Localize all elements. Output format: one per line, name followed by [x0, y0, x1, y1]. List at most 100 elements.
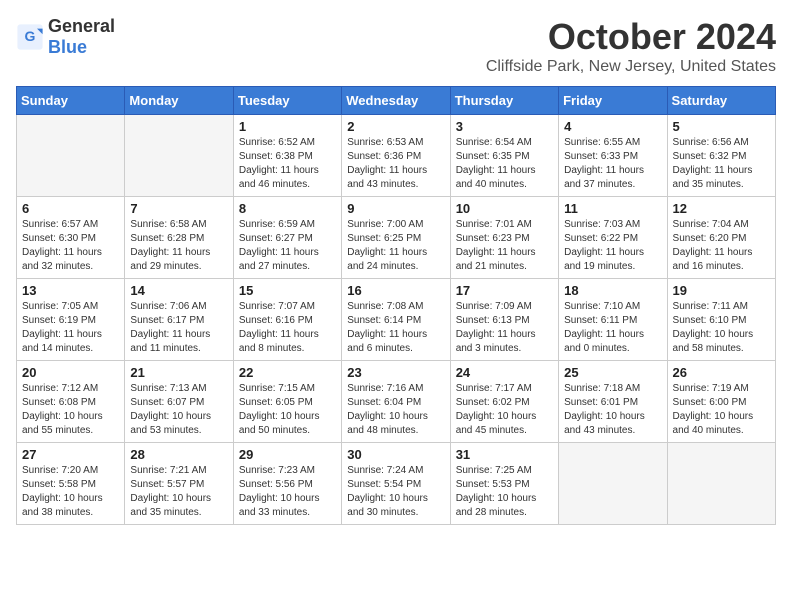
day-info: Sunrise: 7:13 AMSunset: 6:07 PMDaylight:…: [130, 382, 227, 438]
week-row-4: 20 Sunrise: 7:12 AMSunset: 6:08 PMDayligh…: [17, 361, 776, 443]
day-number: 9: [347, 201, 444, 216]
week-row-5: 27 Sunrise: 7:20 AMSunset: 5:58 PMDayligh…: [17, 443, 776, 525]
day-cell: 20 Sunrise: 7:12 AMSunset: 6:08 PMDayligh…: [17, 361, 125, 443]
day-info: Sunrise: 7:08 AMSunset: 6:14 PMDaylight:…: [347, 300, 444, 356]
day-cell: 31Sunrise: 7:25 AMSunset: 5:53 PMDayligh…: [450, 443, 558, 525]
calendar-table: SundayMondayTuesdayWednesdayThursdayFrid…: [16, 86, 776, 525]
day-number: 12: [673, 201, 770, 216]
day-number: 19: [673, 283, 770, 298]
day-info: Sunrise: 7:00 AMSunset: 6:25 PMDaylight:…: [347, 218, 444, 274]
logo-icon: G: [16, 23, 44, 51]
day-info: Sunrise: 7:24 AMSunset: 5:54 PMDaylight:…: [347, 464, 444, 520]
day-cell: 22Sunrise: 7:15 AMSunset: 6:05 PMDayligh…: [233, 361, 341, 443]
day-cell: 23 Sunrise: 7:16 AMSunset: 6:04 PMDayligh…: [342, 361, 450, 443]
page-header: G General Blue October 2024 Cliffside Pa…: [16, 16, 776, 76]
weekday-header-wednesday: Wednesday: [342, 87, 450, 115]
logo-text: General Blue: [48, 16, 115, 58]
day-cell: [17, 115, 125, 197]
day-info: Sunrise: 7:10 AMSunset: 6:11 PMDaylight:…: [564, 300, 661, 356]
day-number: 1: [239, 119, 336, 134]
day-info: Sunrise: 7:05 AMSunset: 6:19 PMDaylight:…: [22, 300, 119, 356]
day-cell: 28 Sunrise: 7:21 AMSunset: 5:57 PMDayligh…: [125, 443, 233, 525]
day-number: 26: [673, 365, 770, 380]
svg-text:G: G: [25, 28, 36, 44]
day-info: Sunrise: 6:55 AMSunset: 6:33 PMDaylight:…: [564, 136, 661, 192]
weekday-header-monday: Monday: [125, 87, 233, 115]
day-number: 31: [456, 447, 553, 462]
day-cell: 16 Sunrise: 7:08 AMSunset: 6:14 PMDayligh…: [342, 279, 450, 361]
day-number: 4: [564, 119, 661, 134]
day-number: 3: [456, 119, 553, 134]
location-title: Cliffside Park, New Jersey, United State…: [486, 58, 776, 76]
day-info: Sunrise: 7:16 AMSunset: 6:04 PMDaylight:…: [347, 382, 444, 438]
day-number: 8: [239, 201, 336, 216]
day-info: Sunrise: 7:17 AMSunset: 6:02 PMDaylight:…: [456, 382, 553, 438]
day-info: Sunrise: 6:54 AMSunset: 6:35 PMDaylight:…: [456, 136, 553, 192]
day-cell: 27 Sunrise: 7:20 AMSunset: 5:58 PMDayligh…: [17, 443, 125, 525]
day-cell: 18 Sunrise: 7:10 AMSunset: 6:11 PMDayligh…: [559, 279, 667, 361]
week-row-3: 13 Sunrise: 7:05 AMSunset: 6:19 PMDayligh…: [17, 279, 776, 361]
day-info: Sunrise: 6:52 AMSunset: 6:38 PMDaylight:…: [239, 136, 336, 192]
day-cell: 3 Sunrise: 6:54 AMSunset: 6:35 PMDaylight…: [450, 115, 558, 197]
day-cell: 11Sunrise: 7:03 AMSunset: 6:22 PMDayligh…: [559, 197, 667, 279]
day-number: 13: [22, 283, 119, 298]
day-cell: 10 Sunrise: 7:01 AMSunset: 6:23 PMDayligh…: [450, 197, 558, 279]
day-cell: 7Sunrise: 6:58 AMSunset: 6:28 PMDaylight…: [125, 197, 233, 279]
day-info: Sunrise: 6:57 AMSunset: 6:30 PMDaylight:…: [22, 218, 119, 274]
day-cell: [125, 115, 233, 197]
day-info: Sunrise: 6:59 AMSunset: 6:27 PMDaylight:…: [239, 218, 336, 274]
day-cell: 13 Sunrise: 7:05 AMSunset: 6:19 PMDayligh…: [17, 279, 125, 361]
day-number: 5: [673, 119, 770, 134]
day-info: Sunrise: 7:23 AMSunset: 5:56 PMDaylight:…: [239, 464, 336, 520]
logo-blue: Blue: [48, 37, 87, 57]
day-cell: 24Sunrise: 7:17 AMSunset: 6:02 PMDayligh…: [450, 361, 558, 443]
day-number: 20: [22, 365, 119, 380]
day-info: Sunrise: 7:21 AMSunset: 5:57 PMDaylight:…: [130, 464, 227, 520]
day-cell: 19 Sunrise: 7:11 AMSunset: 6:10 PMDayligh…: [667, 279, 775, 361]
day-cell: 21Sunrise: 7:13 AMSunset: 6:07 PMDayligh…: [125, 361, 233, 443]
day-info: Sunrise: 7:18 AMSunset: 6:01 PMDaylight:…: [564, 382, 661, 438]
day-cell: 2Sunrise: 6:53 AMSunset: 6:36 PMDaylight…: [342, 115, 450, 197]
weekday-header-thursday: Thursday: [450, 87, 558, 115]
week-row-1: 1 Sunrise: 6:52 AMSunset: 6:38 PMDaylight…: [17, 115, 776, 197]
week-row-2: 6Sunrise: 6:57 AMSunset: 6:30 PMDaylight…: [17, 197, 776, 279]
day-info: Sunrise: 7:20 AMSunset: 5:58 PMDaylight:…: [22, 464, 119, 520]
day-info: Sunrise: 6:53 AMSunset: 6:36 PMDaylight:…: [347, 136, 444, 192]
day-number: 14: [130, 283, 227, 298]
day-number: 7: [130, 201, 227, 216]
weekday-header-saturday: Saturday: [667, 87, 775, 115]
day-number: 15: [239, 283, 336, 298]
day-cell: 6Sunrise: 6:57 AMSunset: 6:30 PMDaylight…: [17, 197, 125, 279]
day-number: 25: [564, 365, 661, 380]
weekday-header-tuesday: Tuesday: [233, 87, 341, 115]
day-cell: 14Sunrise: 7:06 AMSunset: 6:17 PMDayligh…: [125, 279, 233, 361]
day-info: Sunrise: 6:56 AMSunset: 6:32 PMDaylight:…: [673, 136, 770, 192]
logo: G General Blue: [16, 16, 115, 58]
day-number: 18: [564, 283, 661, 298]
weekday-header-sunday: Sunday: [17, 87, 125, 115]
day-info: Sunrise: 7:11 AMSunset: 6:10 PMDaylight:…: [673, 300, 770, 356]
day-cell: 30Sunrise: 7:24 AMSunset: 5:54 PMDayligh…: [342, 443, 450, 525]
day-number: 28: [130, 447, 227, 462]
day-info: Sunrise: 7:12 AMSunset: 6:08 PMDaylight:…: [22, 382, 119, 438]
day-cell: 26 Sunrise: 7:19 AMSunset: 6:00 PMDayligh…: [667, 361, 775, 443]
day-info: Sunrise: 7:03 AMSunset: 6:22 PMDaylight:…: [564, 218, 661, 274]
day-info: Sunrise: 7:01 AMSunset: 6:23 PMDaylight:…: [456, 218, 553, 274]
day-number: 16: [347, 283, 444, 298]
day-cell: 15 Sunrise: 7:07 AMSunset: 6:16 PMDayligh…: [233, 279, 341, 361]
day-cell: 25 Sunrise: 7:18 AMSunset: 6:01 PMDayligh…: [559, 361, 667, 443]
day-number: 23: [347, 365, 444, 380]
day-cell: 17Sunrise: 7:09 AMSunset: 6:13 PMDayligh…: [450, 279, 558, 361]
day-cell: 4 Sunrise: 6:55 AMSunset: 6:33 PMDaylight…: [559, 115, 667, 197]
day-cell: 1 Sunrise: 6:52 AMSunset: 6:38 PMDaylight…: [233, 115, 341, 197]
day-info: Sunrise: 7:09 AMSunset: 6:13 PMDaylight:…: [456, 300, 553, 356]
day-number: 29: [239, 447, 336, 462]
day-number: 27: [22, 447, 119, 462]
day-info: Sunrise: 7:15 AMSunset: 6:05 PMDaylight:…: [239, 382, 336, 438]
weekday-header-friday: Friday: [559, 87, 667, 115]
day-info: Sunrise: 7:07 AMSunset: 6:16 PMDaylight:…: [239, 300, 336, 356]
day-info: Sunrise: 7:04 AMSunset: 6:20 PMDaylight:…: [673, 218, 770, 274]
day-number: 10: [456, 201, 553, 216]
day-cell: 9 Sunrise: 7:00 AMSunset: 6:25 PMDaylight…: [342, 197, 450, 279]
day-info: Sunrise: 7:19 AMSunset: 6:00 PMDaylight:…: [673, 382, 770, 438]
